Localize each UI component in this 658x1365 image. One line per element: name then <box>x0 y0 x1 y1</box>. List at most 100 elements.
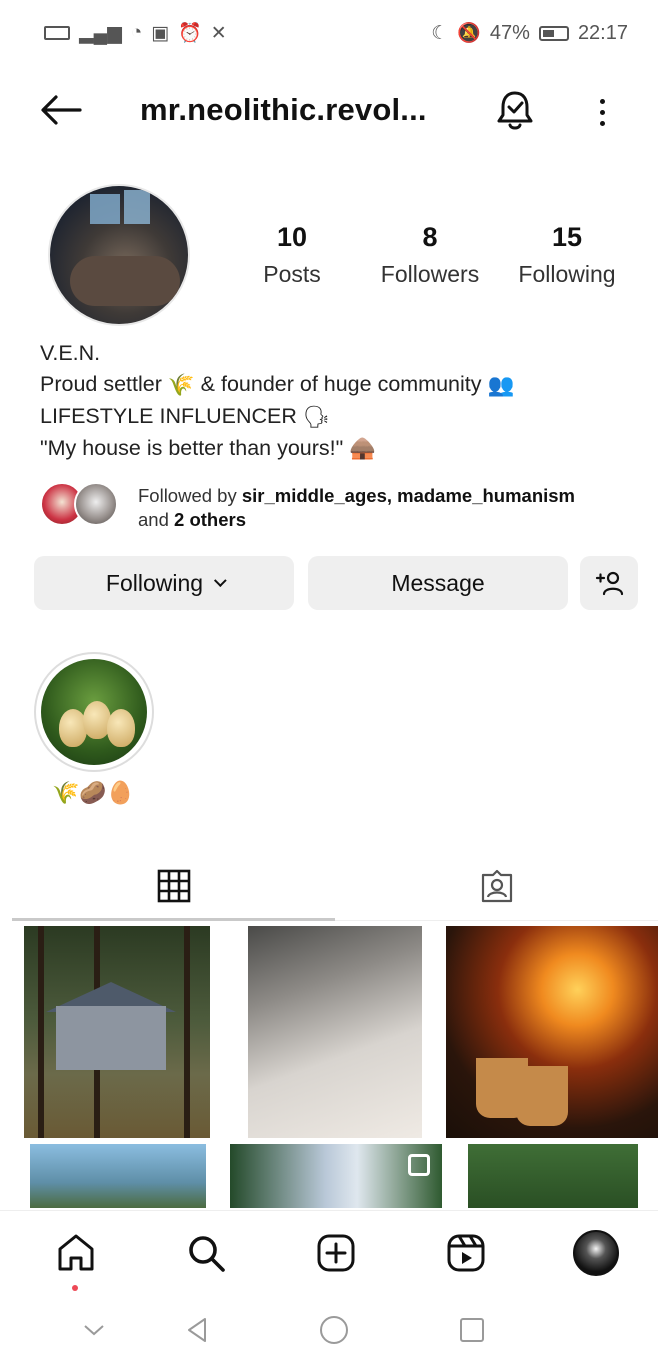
more-icon-dot <box>599 98 605 104</box>
chevron-down-icon <box>214 573 227 587</box>
highlight-cover <box>41 659 147 765</box>
tab-posts-grid[interactable] <box>12 850 335 922</box>
call-muted-icon: ✕ <box>210 22 227 44</box>
profile-username: mr.neolithic.revol... <box>140 92 427 127</box>
suggested-users-button[interactable] <box>580 556 638 610</box>
carousel-icon <box>408 1154 430 1176</box>
arrow-left-icon <box>41 95 82 125</box>
clock: 22:17 <box>577 21 628 44</box>
silent-icon: 🔕 <box>457 23 481 44</box>
stat-following[interactable]: 15 Following <box>508 222 626 288</box>
nav-reels[interactable] <box>440 1227 492 1279</box>
avatar-detail <box>70 256 180 306</box>
stat-label: Following <box>518 261 616 287</box>
tagged-person-icon <box>481 869 512 903</box>
following-label: Following <box>105 569 204 596</box>
followed-by-and: and <box>138 509 169 530</box>
bio-line: Proud settler 🌾 & founder of huge commun… <box>40 369 640 401</box>
wheat-emoji: 🌾 <box>167 372 195 397</box>
nav-profile[interactable] <box>570 1227 622 1279</box>
home-icon <box>58 1234 94 1271</box>
back-button[interactable] <box>38 90 84 130</box>
system-recents-button[interactable] <box>452 1312 492 1348</box>
following-button[interactable]: Following <box>34 556 294 610</box>
post-thumbnail[interactable] <box>230 1144 442 1208</box>
bell-check-icon <box>497 91 533 130</box>
followed-by[interactable]: Followed by sir_middle_ages, madame_huma… <box>40 480 640 532</box>
mutual-follower-avatar <box>74 482 118 526</box>
more-icon-dot <box>599 120 605 126</box>
bio-text: "My house is better than yours!" <box>40 435 344 460</box>
stat-value: 10 <box>276 222 308 252</box>
bio-text: & founder of huge community <box>200 372 482 396</box>
people-emoji: 👥 <box>487 372 515 397</box>
active-tab-indicator <box>12 918 335 921</box>
status-right: ☾ 🔕 47% 22:17 <box>431 21 628 45</box>
profile-bio: V.E.N. Proud settler 🌾 & founder of huge… <box>40 338 640 464</box>
post-thumbnail[interactable] <box>468 1144 638 1208</box>
stat-followers[interactable]: 8 Followers <box>372 222 488 288</box>
bottom-navigation <box>0 1210 658 1294</box>
nav-search[interactable] <box>180 1227 232 1279</box>
story-highlight[interactable] <box>34 652 154 772</box>
add-person-icon <box>595 571 624 596</box>
data-icon: ▣ <box>151 22 170 44</box>
battery-icon <box>538 25 569 41</box>
nav-create[interactable] <box>310 1227 362 1279</box>
circle-home-icon <box>320 1316 348 1344</box>
wifi-icon: ◔ <box>130 22 143 43</box>
posts-grid <box>24 926 658 1208</box>
system-back-button[interactable] <box>178 1312 218 1348</box>
nfc-icon <box>44 26 70 40</box>
followed-by-prefix: Followed by <box>138 485 237 506</box>
alarm-icon: ⏰ <box>178 23 202 44</box>
stat-label: Posts <box>263 261 321 287</box>
square-recents-icon <box>460 1318 484 1342</box>
post-detail <box>56 1006 166 1070</box>
bio-text: Proud settler <box>40 372 162 396</box>
notifications-button[interactable] <box>494 88 536 132</box>
profile-header: mr.neolithic.revol... <box>0 72 658 150</box>
search-icon <box>189 1236 225 1272</box>
post-thumbnail[interactable] <box>30 1144 206 1208</box>
notification-dot <box>72 1285 78 1291</box>
speaking-head-emoji: 🗣 <box>302 404 331 429</box>
followed-by-others: 2 others <box>174 509 246 530</box>
stat-posts[interactable]: 10 Posts <box>252 222 332 288</box>
chevron-down-icon <box>84 1325 104 1336</box>
hide-keyboard-button[interactable] <box>74 1312 114 1348</box>
stat-label: Followers <box>380 261 480 287</box>
post-thumbnail[interactable] <box>24 926 210 1138</box>
tab-tagged[interactable] <box>335 850 658 922</box>
system-home-button[interactable] <box>314 1312 354 1348</box>
avatar-detail <box>124 190 150 224</box>
plus-square-icon <box>317 1234 355 1272</box>
status-left: ▂▄▆ ◔ ▣ ⏰ ✕ <box>44 21 227 45</box>
avatar-detail <box>90 194 120 224</box>
battery-percent: 47% <box>489 21 530 44</box>
profile-avatar[interactable] <box>48 184 190 326</box>
followed-by-names: sir_middle_ages, madame_humanism <box>241 485 576 506</box>
signal-icon: ▂▄▆ <box>79 22 122 44</box>
status-bar: ▂▄▆ ◔ ▣ ⏰ ✕ ☾ 🔕 47% 22:17 <box>0 0 658 66</box>
post-detail <box>516 1066 568 1126</box>
system-navigation <box>0 1294 658 1365</box>
profile-avatar-icon <box>573 1230 619 1276</box>
highlight-detail <box>107 709 135 747</box>
post-thumbnail[interactable] <box>446 926 658 1138</box>
post-detail <box>38 926 44 1138</box>
message-button[interactable]: Message <box>308 556 568 610</box>
highlight-label: 🌾🥔🥚 <box>52 780 135 805</box>
bio-line: LIFESTYLE INFLUENCER 🗣 <box>40 401 640 433</box>
hut-emoji: 🛖 <box>349 436 377 461</box>
more-options-button[interactable] <box>586 90 618 134</box>
more-icon-dot <box>599 109 605 115</box>
bio-text: LIFESTYLE INFLUENCER <box>40 403 297 428</box>
post-thumbnail[interactable] <box>248 926 422 1138</box>
triangle-back-icon <box>188 1318 206 1342</box>
reels-icon <box>447 1234 485 1272</box>
stat-value: 8 <box>422 222 438 252</box>
nav-home[interactable] <box>50 1227 102 1279</box>
message-label: Message <box>391 569 485 596</box>
moon-icon: ☾ <box>431 22 449 44</box>
